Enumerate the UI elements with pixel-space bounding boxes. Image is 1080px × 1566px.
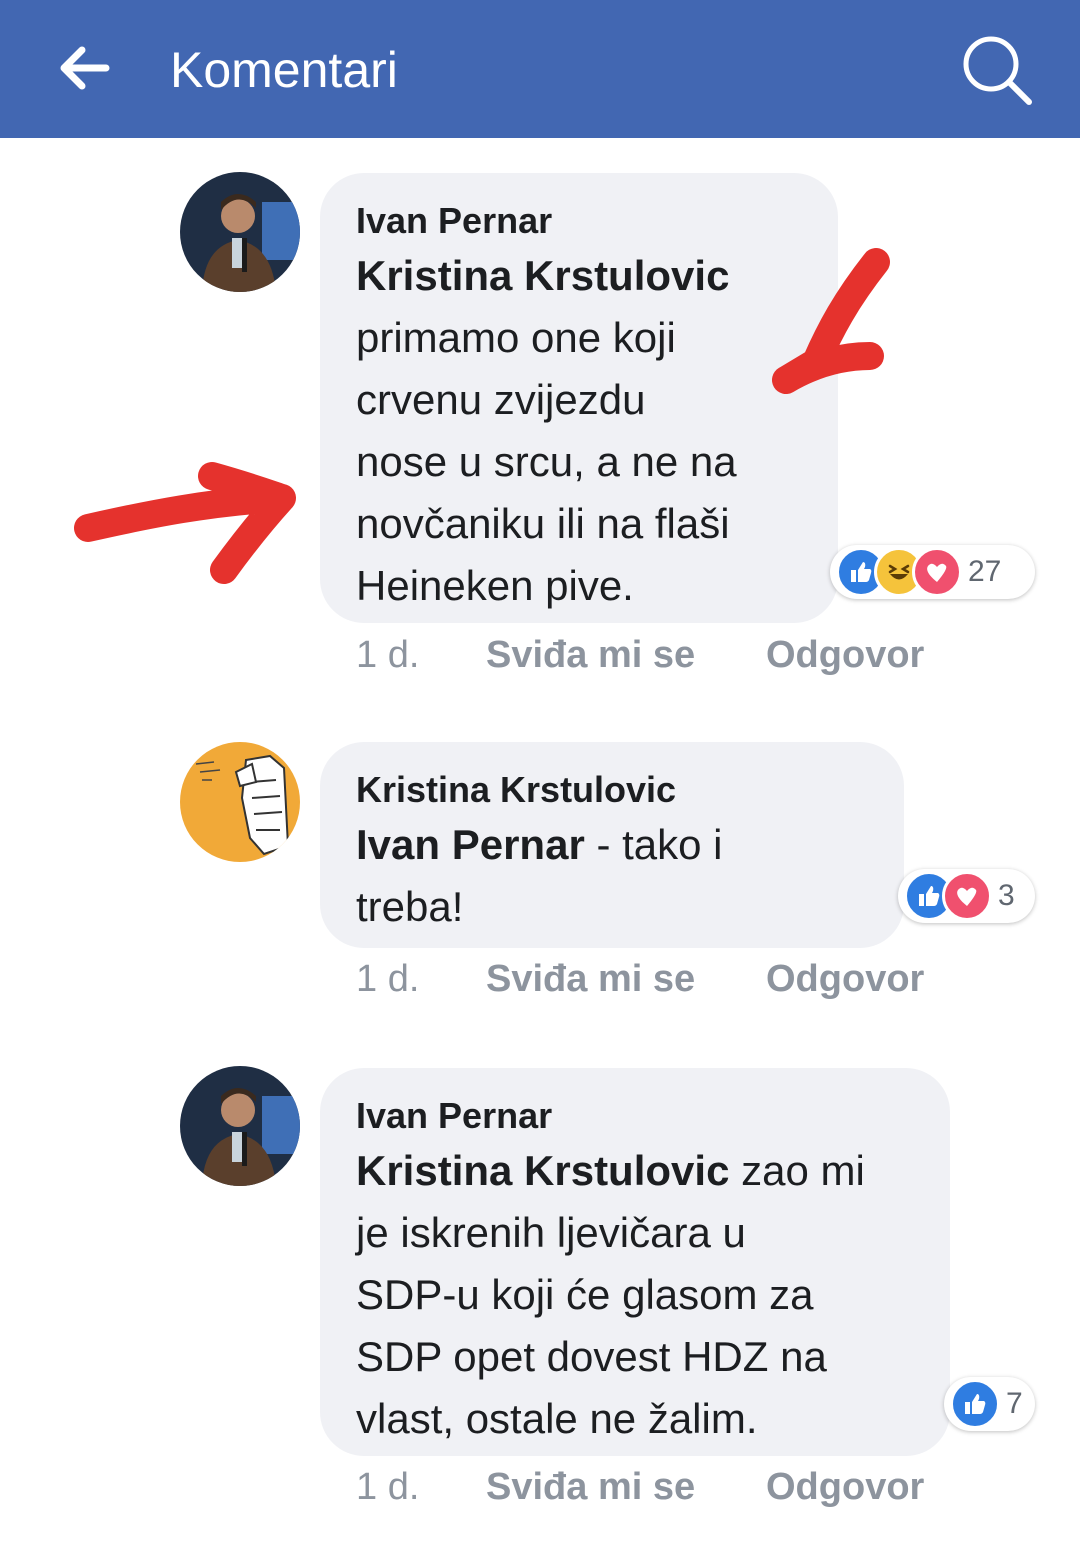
comment-bubble: Kristina Krstulovic Ivan Pernar - tako i… — [320, 742, 904, 948]
comment-line: novčaniku ili na flaši — [356, 493, 802, 555]
comment-bubble: Ivan Pernar Kristina Krstulovic primamo o… — [320, 173, 838, 623]
avatar-photo — [180, 742, 300, 862]
comment-author[interactable]: Kristina Krstulovic — [356, 766, 868, 814]
comment-line: primamo one koji — [356, 307, 802, 369]
comment-author[interactable]: Ivan Pernar — [356, 1092, 914, 1140]
comment-line: SDP-u koji će glasom za — [356, 1264, 914, 1326]
reaction-count: 7 — [1006, 1387, 1023, 1420]
love-reaction-icon — [912, 547, 962, 597]
reply-link[interactable]: Odgovor — [766, 958, 924, 1001]
comment-time[interactable]: 1 d. — [356, 634, 419, 677]
comment-text-segment: - tako i — [584, 821, 723, 868]
comment-line: Heineken pive. — [356, 555, 802, 617]
red-arrow-annotation — [74, 462, 296, 584]
comment-line: treba! — [356, 876, 868, 938]
back-arrow-icon[interactable] — [52, 36, 116, 100]
comment-bubble: Ivan Pernar Kristina Krstulovic zao mi je… — [320, 1068, 950, 1456]
comment-text-segment: nose u srcu, a ne na — [356, 438, 737, 485]
like-link[interactable]: Sviđa mi se — [486, 634, 695, 677]
like-link[interactable]: Sviđa mi se — [486, 958, 695, 1001]
reaction-summary[interactable]: 27 — [830, 545, 1035, 599]
comment-line: Ivan Pernar - tako i — [356, 814, 868, 876]
page-title: Komentari — [170, 42, 398, 98]
reply-link[interactable]: Odgovor — [766, 1466, 924, 1509]
comment-line: crvenu zvijezdu — [356, 369, 802, 431]
comment-text: Ivan Pernar - tako i treba! — [356, 814, 868, 938]
comment-text-segment: primamo one koji — [356, 314, 676, 361]
avatar-photo — [180, 1066, 300, 1186]
comment-text-segment: novčaniku ili na flaši — [356, 500, 730, 547]
comment-line: je iskrenih ljevičara u — [356, 1202, 914, 1264]
comment-line: Kristina Krstulovic zao mi — [356, 1140, 914, 1202]
reaction-summary[interactable]: 3 — [898, 869, 1035, 923]
comment-text: Kristina Krstulovic zao mi je iskrenih lj… — [356, 1140, 914, 1450]
reply-link[interactable]: Odgovor — [766, 634, 924, 677]
avatar-photo — [180, 172, 300, 292]
comment-text-segment: je iskrenih ljevičara u — [356, 1209, 746, 1256]
comment-actions: 1 d. Sviđa mi se Odgovor — [356, 634, 956, 684]
like-reaction-icon — [950, 1379, 1000, 1429]
comment-line: SDP opet dovest HDZ na — [356, 1326, 914, 1388]
avatar[interactable] — [180, 1066, 300, 1186]
like-link[interactable]: Sviđa mi se — [486, 1466, 695, 1509]
mention-link[interactable]: Kristina Krstulovic — [356, 252, 729, 299]
comment-author[interactable]: Ivan Pernar — [356, 197, 802, 245]
comment-text-segment: crvenu zvijezdu — [356, 376, 646, 423]
reaction-summary[interactable]: 7 — [944, 1377, 1035, 1431]
comment-line: Kristina Krstulovic — [356, 245, 802, 307]
comment-line: nose u srcu, a ne na — [356, 431, 802, 493]
top-bar: Komentari — [0, 0, 1080, 138]
comment-text-segment: SDP-u koji će glasom za — [356, 1271, 814, 1318]
comment-text-segment: vlast, ostale ne žalim. — [356, 1395, 758, 1442]
comment-text-segment: zao mi — [729, 1147, 865, 1194]
comment-actions: 1 d. Sviđa mi se Odgovor — [356, 1466, 956, 1516]
love-reaction-icon — [942, 871, 992, 921]
comment-text-segment: Heineken pive. — [356, 562, 634, 609]
search-icon[interactable] — [955, 30, 1039, 110]
comment-text-segment: treba! — [356, 883, 464, 930]
comment-text-segment: SDP opet dovest HDZ na — [356, 1333, 827, 1380]
avatar[interactable] — [180, 172, 300, 292]
mention-link[interactable]: Kristina Krstulovic — [356, 1147, 729, 1194]
comment-actions: 1 d. Sviđa mi se Odgovor — [356, 958, 956, 1008]
avatar[interactable] — [180, 742, 300, 862]
comment-time[interactable]: 1 d. — [356, 958, 419, 1001]
comment-time[interactable]: 1 d. — [356, 1466, 419, 1509]
reaction-count: 27 — [968, 555, 1002, 588]
mention-link[interactable]: Ivan Pernar — [356, 821, 585, 868]
reaction-count: 3 — [998, 879, 1015, 912]
comment-line: vlast, ostale ne žalim. — [356, 1388, 914, 1450]
comment-text: Kristina Krstulovic primamo one koji crven… — [356, 245, 802, 617]
